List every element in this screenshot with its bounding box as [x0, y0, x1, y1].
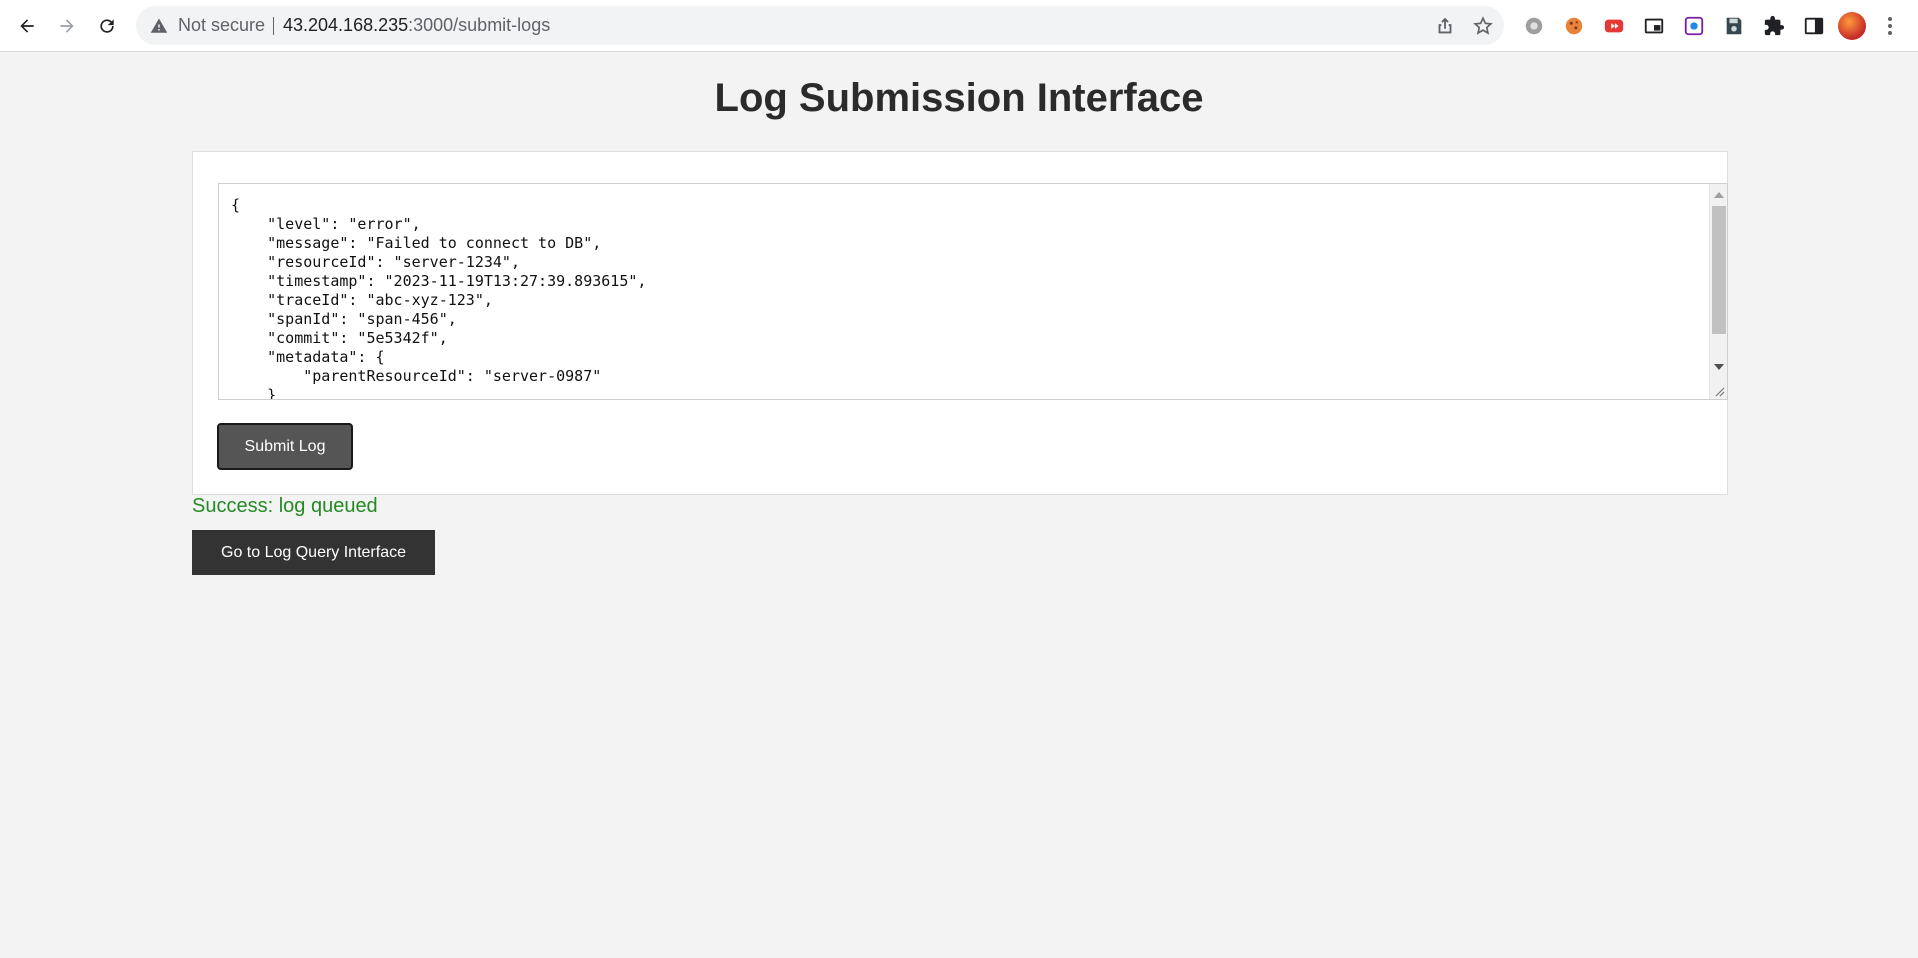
forward-button[interactable] [51, 10, 83, 42]
textarea-scrollbar[interactable] [1709, 184, 1727, 399]
log-line: "parentResourceId": "server-0987" [231, 367, 602, 385]
profile-avatar[interactable] [1838, 12, 1866, 40]
forward-icon [60, 19, 74, 33]
log-line: "resourceId": "server-1234", [231, 253, 520, 271]
resize-grip-icon[interactable] [1713, 385, 1725, 397]
warning-icon [150, 18, 168, 33]
menu-dots-icon[interactable] [1884, 14, 1896, 38]
save-extension-icon[interactable] [1722, 14, 1746, 38]
cookie-extension-icon[interactable] [1562, 14, 1586, 38]
puzzle-icon[interactable] [1762, 14, 1786, 38]
status-message: Success: log queued [192, 495, 378, 517]
star-icon[interactable] [1472, 15, 1494, 37]
submit-log-button[interactable]: Submit Log [217, 423, 353, 470]
browser-toolbar: Not secure 43.204.168.235:3000/submit-lo… [0, 0, 1918, 52]
settings-extension-icon[interactable] [1522, 14, 1546, 38]
go-to-log-query-button[interactable]: Go to Log Query Interface [192, 530, 435, 575]
url-host: 43.204.168.235 [283, 15, 409, 35]
log-line: "timestamp": "2023-11-19T13:27:39.893615… [231, 272, 647, 290]
log-line: } [231, 386, 277, 400]
reload-icon [100, 19, 114, 33]
log-line: "traceId": "abc-xyz-123", [231, 291, 493, 309]
url-text[interactable]: 43.204.168.235:3000/submit-logs [283, 6, 550, 45]
scroll-down-arrow-icon[interactable] [1714, 364, 1724, 370]
log-line: "metadata": { [231, 348, 385, 366]
log-json-textarea[interactable]: { "level": "error", "message": "Failed t… [218, 183, 1728, 400]
page-title: Log Submission Interface [714, 76, 1204, 120]
video-extension-icon[interactable] [1602, 14, 1626, 38]
picture-in-picture-icon[interactable] [1642, 14, 1666, 38]
back-icon [20, 19, 34, 33]
log-line: { [231, 196, 241, 214]
log-line: "message": "Failed to connect to DB", [231, 234, 602, 252]
log-json-text[interactable]: { "level": "error", "message": "Failed t… [231, 196, 647, 400]
side-panel-icon[interactable] [1802, 14, 1826, 38]
address-bar[interactable]: Not secure 43.204.168.235:3000/submit-lo… [136, 6, 1504, 45]
reload-button[interactable] [91, 10, 123, 42]
address-separator [273, 17, 274, 35]
share-icon[interactable] [1434, 15, 1456, 37]
url-path: :3000/submit-logs [408, 15, 551, 35]
log-line: "spanId": "span-456", [231, 310, 457, 328]
screen-capture-icon[interactable] [1682, 14, 1706, 38]
log-line: "commit": "5e5342f", [231, 329, 448, 347]
log-line: "level": "error", [231, 215, 421, 233]
security-label[interactable]: Not secure [178, 6, 265, 45]
scroll-thumb[interactable] [1712, 206, 1726, 334]
back-button[interactable] [11, 10, 43, 42]
scroll-up-arrow-icon[interactable] [1714, 192, 1724, 198]
